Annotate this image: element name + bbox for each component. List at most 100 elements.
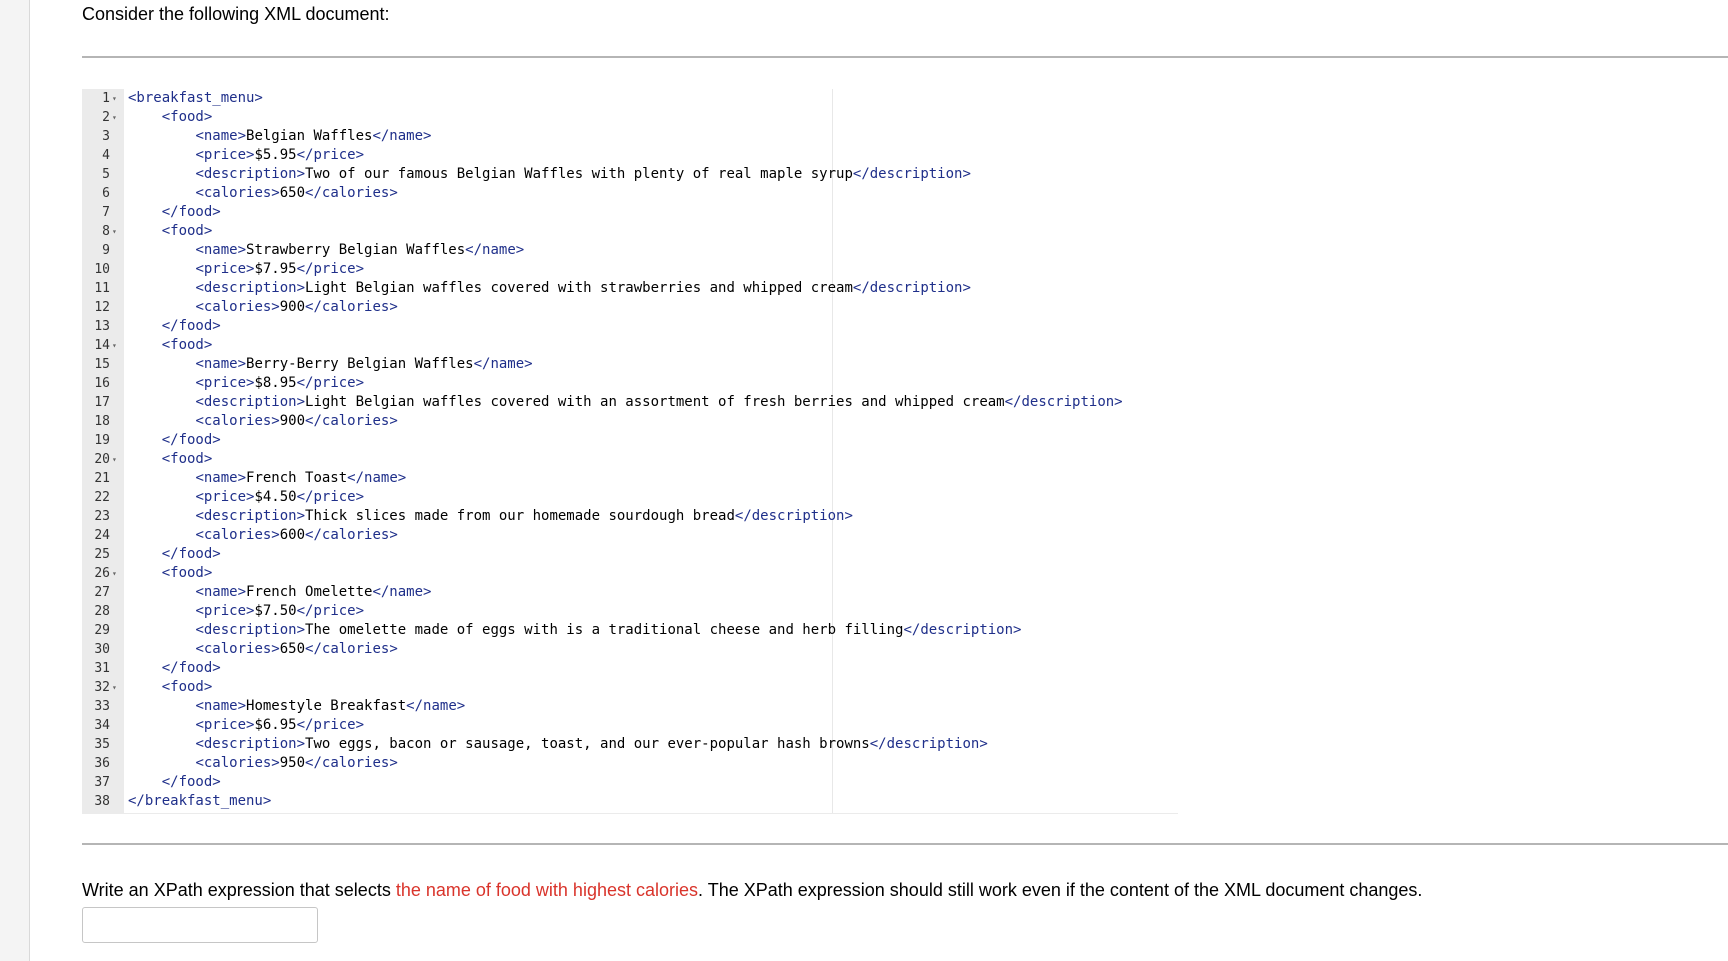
code-line: 26 ▾ <food> xyxy=(82,564,1178,583)
code-line: 33 <name>Homestyle Breakfast</name> xyxy=(82,697,1178,716)
line-number: 26 xyxy=(94,566,110,581)
code-text: <price>$4.50</price> xyxy=(195,489,365,505)
code-line: 29 <description>The omelette made of egg… xyxy=(82,621,1178,640)
top-divider xyxy=(82,56,1728,58)
code-line: 17 <description>Light Belgian waffles co… xyxy=(82,393,1178,412)
code-text: </food> xyxy=(161,546,221,562)
code-text: <calories>650</calories> xyxy=(195,641,398,657)
line-number: 16 xyxy=(94,376,110,391)
line-number: 20 xyxy=(94,452,110,467)
code-text: <name>Berry-Berry Belgian Waffles</name> xyxy=(195,356,533,372)
xml-code-editor[interactable]: 1 ▾ <breakfast_menu> 2 ▾ <food> 3 <name>Belgi… xyxy=(82,89,1178,814)
code-text: <description>Thick slices made from our … xyxy=(195,508,853,524)
code-text: <price>$7.95</price> xyxy=(195,261,365,277)
intro-text: Consider the following XML document: xyxy=(82,4,390,24)
line-number: 22 xyxy=(94,490,110,505)
line-number: 9 xyxy=(102,243,110,258)
fold-arrow-icon[interactable]: ▾ xyxy=(112,336,117,355)
line-number: 24 xyxy=(94,528,110,543)
code-line: 24 <calories>600</calories> xyxy=(82,526,1178,545)
code-line: 37 </food> xyxy=(82,773,1178,792)
line-number: 8 xyxy=(102,224,110,239)
bottom-divider xyxy=(82,843,1728,845)
code-text: </food> xyxy=(161,204,221,220)
code-line: 25 </food> xyxy=(82,545,1178,564)
line-number: 14 xyxy=(94,338,110,353)
line-number: 36 xyxy=(94,756,110,771)
code-line: 22 <price>$4.50</price> xyxy=(82,488,1178,507)
fold-arrow-icon[interactable]: ▾ xyxy=(112,450,117,469)
code-text: </food> xyxy=(161,660,221,676)
code-text: <description>Light Belgian waffles cover… xyxy=(195,280,971,296)
left-margin-strip xyxy=(0,0,30,961)
line-number: 29 xyxy=(94,623,110,638)
fold-arrow-icon[interactable]: ▾ xyxy=(112,222,117,241)
code-text: <calories>950</calories> xyxy=(195,755,398,771)
code-line: 35 <description>Two eggs, bacon or sausa… xyxy=(82,735,1178,754)
code-text: <calories>900</calories> xyxy=(195,299,398,315)
code-line: 14 ▾ <food> xyxy=(82,336,1178,355)
code-text: <name>Belgian Waffles</name> xyxy=(195,128,432,144)
code-line: 23 <description>Thick slices made from o… xyxy=(82,507,1178,526)
code-text: <calories>900</calories> xyxy=(195,413,398,429)
code-line: 7 </food> xyxy=(82,203,1178,222)
line-number: 2 xyxy=(102,110,110,125)
line-number: 35 xyxy=(94,737,110,752)
line-number: 37 xyxy=(94,775,110,790)
line-number: 19 xyxy=(94,433,110,448)
code-line: 32 ▾ <food> xyxy=(82,678,1178,697)
code-text: <food> xyxy=(161,679,213,695)
code-text: <food> xyxy=(161,109,213,125)
code-line: 15 <name>Berry-Berry Belgian Waffles</na… xyxy=(82,355,1178,374)
code-line: 8 ▾ <food> xyxy=(82,222,1178,241)
code-line: 11 <description>Light Belgian waffles co… xyxy=(82,279,1178,298)
code-text: </food> xyxy=(161,432,221,448)
code-text: <breakfast_menu> xyxy=(128,90,263,106)
code-line: 28 <price>$7.50</price> xyxy=(82,602,1178,621)
code-line: 36 <calories>950</calories> xyxy=(82,754,1178,773)
code-line: 30 <calories>650</calories> xyxy=(82,640,1178,659)
code-text: <description>Two of our famous Belgian W… xyxy=(195,166,971,182)
line-number: 13 xyxy=(94,319,110,334)
code-line: 38 </breakfast_menu> xyxy=(82,792,1178,811)
code-text: <description>The omelette made of eggs w… xyxy=(195,622,1022,638)
fold-arrow-icon[interactable]: ▾ xyxy=(112,89,117,108)
question-after: . The XPath expression should still work… xyxy=(698,880,1423,900)
code-lines: 1 ▾ <breakfast_menu> 2 ▾ <food> 3 <name>Belgi… xyxy=(82,89,1178,811)
code-text: <name>Homestyle Breakfast</name> xyxy=(195,698,466,714)
xpath-answer-input[interactable] xyxy=(82,907,318,943)
question-before: Write an XPath expression that selects xyxy=(82,880,396,900)
fold-arrow-icon[interactable]: ▾ xyxy=(112,678,117,697)
line-number: 23 xyxy=(94,509,110,524)
line-number: 25 xyxy=(94,547,110,562)
line-number: 32 xyxy=(94,680,110,695)
code-line: 5 <description>Two of our famous Belgian… xyxy=(82,165,1178,184)
code-text: <name>Strawberry Belgian Waffles</name> xyxy=(195,242,525,258)
line-number: 33 xyxy=(94,699,110,714)
code-text: <food> xyxy=(161,565,213,581)
code-text: <price>$7.50</price> xyxy=(195,603,365,619)
code-text: <calories>600</calories> xyxy=(195,527,398,543)
code-text: <food> xyxy=(161,223,213,239)
code-text: <name>French Omelette</name> xyxy=(195,584,432,600)
code-line: 31 </food> xyxy=(82,659,1178,678)
line-number: 38 xyxy=(94,794,110,809)
code-line: 13 </food> xyxy=(82,317,1178,336)
code-line: 10 <price>$7.95</price> xyxy=(82,260,1178,279)
code-line: 4 <price>$5.95</price> xyxy=(82,146,1178,165)
code-text: <price>$5.95</price> xyxy=(195,147,365,163)
code-line: 20 ▾ <food> xyxy=(82,450,1178,469)
code-line: 2 ▾ <food> xyxy=(82,108,1178,127)
line-number: 27 xyxy=(94,585,110,600)
code-line: 34 <price>$6.95</price> xyxy=(82,716,1178,735)
line-number: 18 xyxy=(94,414,110,429)
line-number: 4 xyxy=(102,148,110,163)
code-text: <food> xyxy=(161,451,213,467)
fold-arrow-icon[interactable]: ▾ xyxy=(112,564,117,583)
line-number: 11 xyxy=(94,281,110,296)
code-line: 16 <price>$8.95</price> xyxy=(82,374,1178,393)
code-line: 21 <name>French Toast</name> xyxy=(82,469,1178,488)
line-number: 7 xyxy=(102,205,110,220)
code-text: <price>$6.95</price> xyxy=(195,717,365,733)
fold-arrow-icon[interactable]: ▾ xyxy=(112,108,117,127)
